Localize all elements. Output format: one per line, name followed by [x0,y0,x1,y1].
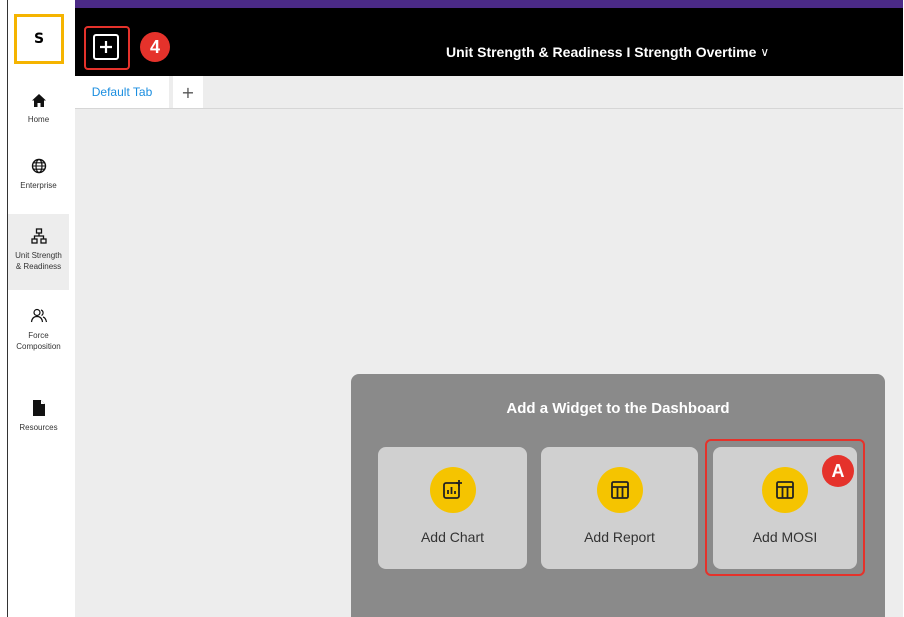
chart-add-icon [429,467,476,513]
plus-icon: + [181,82,195,102]
card-label: Add Report [584,529,655,545]
add-report-button[interactable]: Add Report [541,447,698,569]
home-icon [31,94,46,107]
tab-divider [75,108,903,109]
highlight-add-dashboard [84,26,130,70]
tab-label: Default Tab [91,85,153,99]
sidebar-item-label: Composition [16,342,61,351]
dashboard-title-dropdown[interactable]: Unit Strength & Readiness I Strength Ove… [446,44,769,60]
sidebar-item-home[interactable]: Home [8,93,69,133]
sidebar: Home Enterprise Unit Strength & Readines… [8,76,75,617]
logo-letter: S [33,31,45,47]
card-label: Add Chart [420,529,485,545]
top-accent-strip [75,0,903,8]
sidebar-item-label: Force [28,331,49,340]
chevron-down-icon: ∨ [760,45,770,59]
dashboard-title: Unit Strength & Readiness I Strength Ove… [446,44,757,60]
globe-icon [31,158,46,174]
sidebar-item-label: Enterprise [20,181,57,190]
sidebar-item-label: Unit Strength [15,251,62,260]
people-icon [30,308,47,323]
callout-letter: A [831,460,845,481]
org-chart-icon [30,228,47,244]
callout-badge-4: 4 [140,32,170,62]
callout-badge-a: A [822,455,854,487]
top-header: Unit Strength & Readiness I Strength Ove… [75,8,903,76]
sidebar-item-unit-strength-readiness[interactable]: Unit Strength & Readiness [8,214,69,290]
add-chart-button[interactable]: Add Chart [378,447,527,569]
app-logo[interactable]: S [14,14,64,64]
callout-number: 4 [149,36,160,57]
sidebar-item-label: Home [27,115,50,124]
tab-default[interactable]: Default Tab [75,76,169,108]
sidebar-item-label: & Readiness [15,262,62,271]
sidebar-item-force-composition[interactable]: Force Composition [8,308,69,360]
add-tab-button[interactable]: + [173,76,203,108]
report-icon [596,467,643,513]
tab-bar: Default Tab + [75,76,903,109]
document-icon [32,400,45,416]
sidebar-item-label: Resources [19,423,58,432]
sidebar-item-enterprise[interactable]: Enterprise [8,158,69,198]
panel-title: Add a Widget to the Dashboard [506,400,730,417]
sidebar-item-resources[interactable]: Resources [8,400,69,440]
